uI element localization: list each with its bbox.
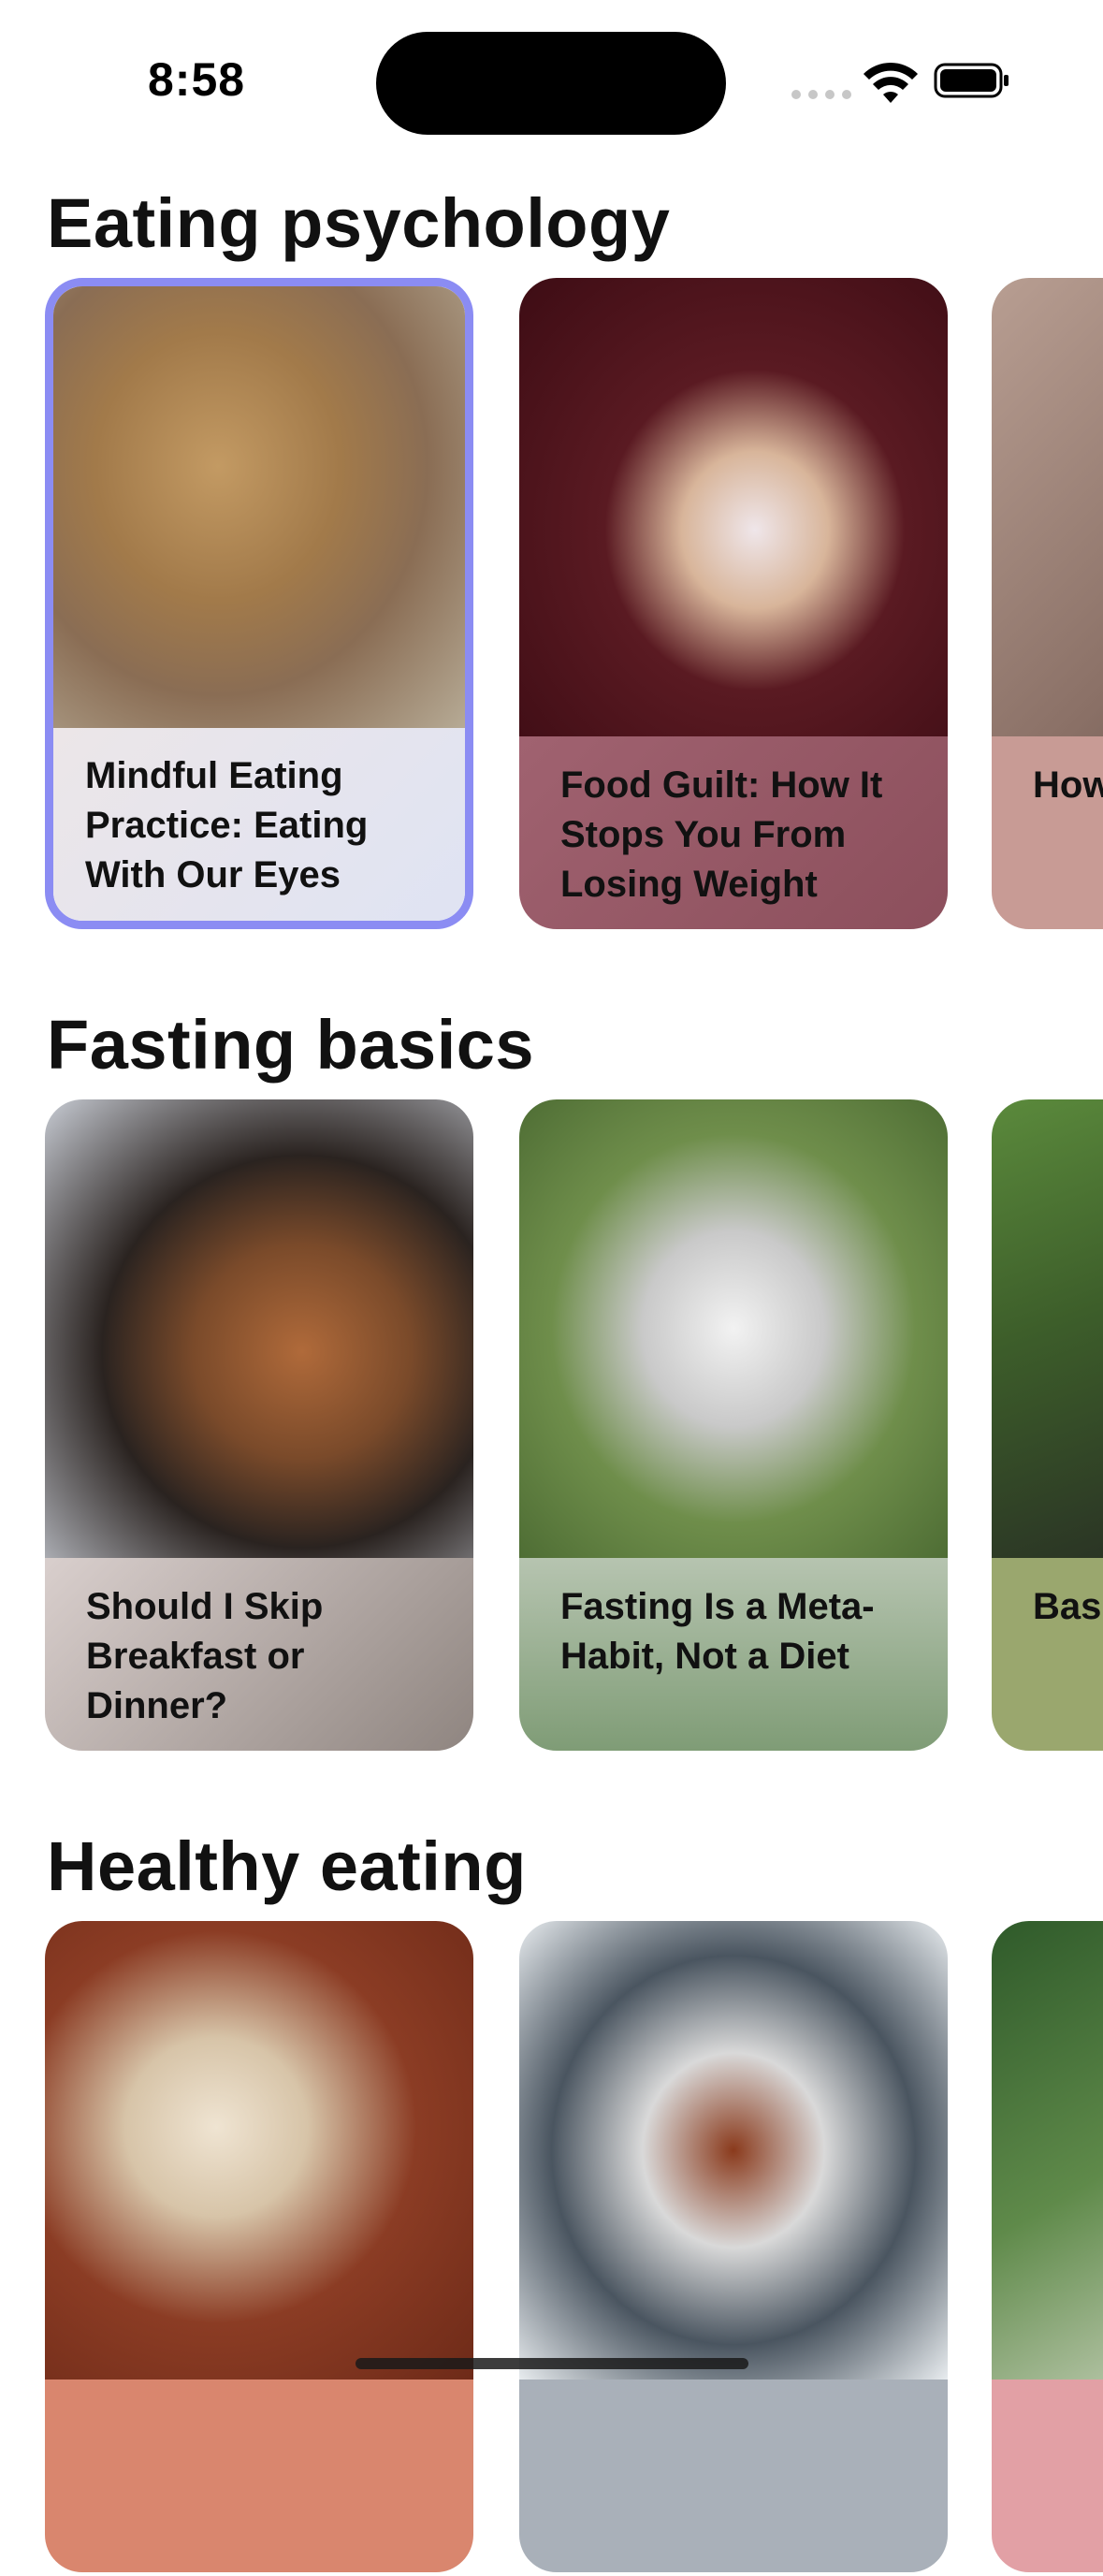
article-card-title: [992, 2380, 1103, 2572]
chihuahua-on-red-couch-photo: [519, 278, 948, 736]
saluki-puppy-on-grass-photo: [519, 1099, 948, 1558]
article-card-title: Fasting Is a Meta-Habit, Not a Diet: [519, 1558, 948, 1751]
section-title: Fasting basics: [47, 1006, 535, 1084]
status-time: 8:58: [148, 53, 246, 106]
section-title: Healthy eating: [47, 1827, 527, 1905]
article-card-title: Mindful Eating Practice: Eating With Our…: [53, 728, 465, 921]
beagle-closeup-photo: [45, 1099, 473, 1558]
article-card-title: [45, 2380, 473, 2572]
article-card-title: How aÂ Rela: [992, 736, 1103, 929]
article-card-partial[interactable]: How aÂ Rela: [992, 278, 1103, 929]
article-card-selected[interactable]: Mindful Eating Practice: Eating With Our…: [45, 278, 473, 929]
article-card[interactable]: Should I Skip Breakfast or Dinner?: [45, 1099, 473, 1751]
article-card-partial[interactable]: Bas Inte Fas: [992, 1099, 1103, 1751]
terrier-with-piggy-bank-photo: [53, 286, 465, 736]
card-carousel[interactable]: [45, 1921, 1103, 2576]
card-carousel[interactable]: Should I Skip Breakfast or Dinner? Fasti…: [45, 1099, 1103, 1754]
dog-on-brown-floor-photo: [992, 278, 1103, 736]
card-carousel[interactable]: Mindful Eating Practice: Eating With Our…: [45, 278, 1103, 933]
pitbull-on-wood-floor-photo: [45, 1921, 473, 2380]
article-card[interactable]: [519, 1921, 948, 2572]
article-card[interactable]: Food Guilt: How It Stops You From Losing…: [519, 278, 948, 929]
section-title: Eating psychology: [47, 184, 671, 262]
white-fluffy-dog-photo: [992, 1921, 1103, 2380]
status-bar: 8:58: [0, 0, 1103, 150]
battery-icon: [934, 63, 1009, 98]
dog-in-garden-photo: [992, 1099, 1103, 1558]
article-card-title: Bas Inte Fas: [992, 1558, 1103, 1751]
cellular-signal-icon: [791, 90, 851, 99]
article-card[interactable]: Fasting Is a Meta-Habit, Not a Diet: [519, 1099, 948, 1751]
dynamic-island: [376, 32, 726, 135]
article-card-title: Food Guilt: How It Stops You From Losing…: [519, 736, 948, 929]
article-card-title: [519, 2380, 948, 2572]
article-card-title: Should I Skip Breakfast or Dinner?: [45, 1558, 473, 1751]
boxer-puppy-in-snow-photo: [519, 1921, 948, 2380]
wifi-icon: [864, 62, 918, 103]
article-card[interactable]: [45, 1921, 473, 2572]
article-card-partial[interactable]: [992, 1921, 1103, 2572]
home-indicator[interactable]: [356, 2358, 748, 2369]
